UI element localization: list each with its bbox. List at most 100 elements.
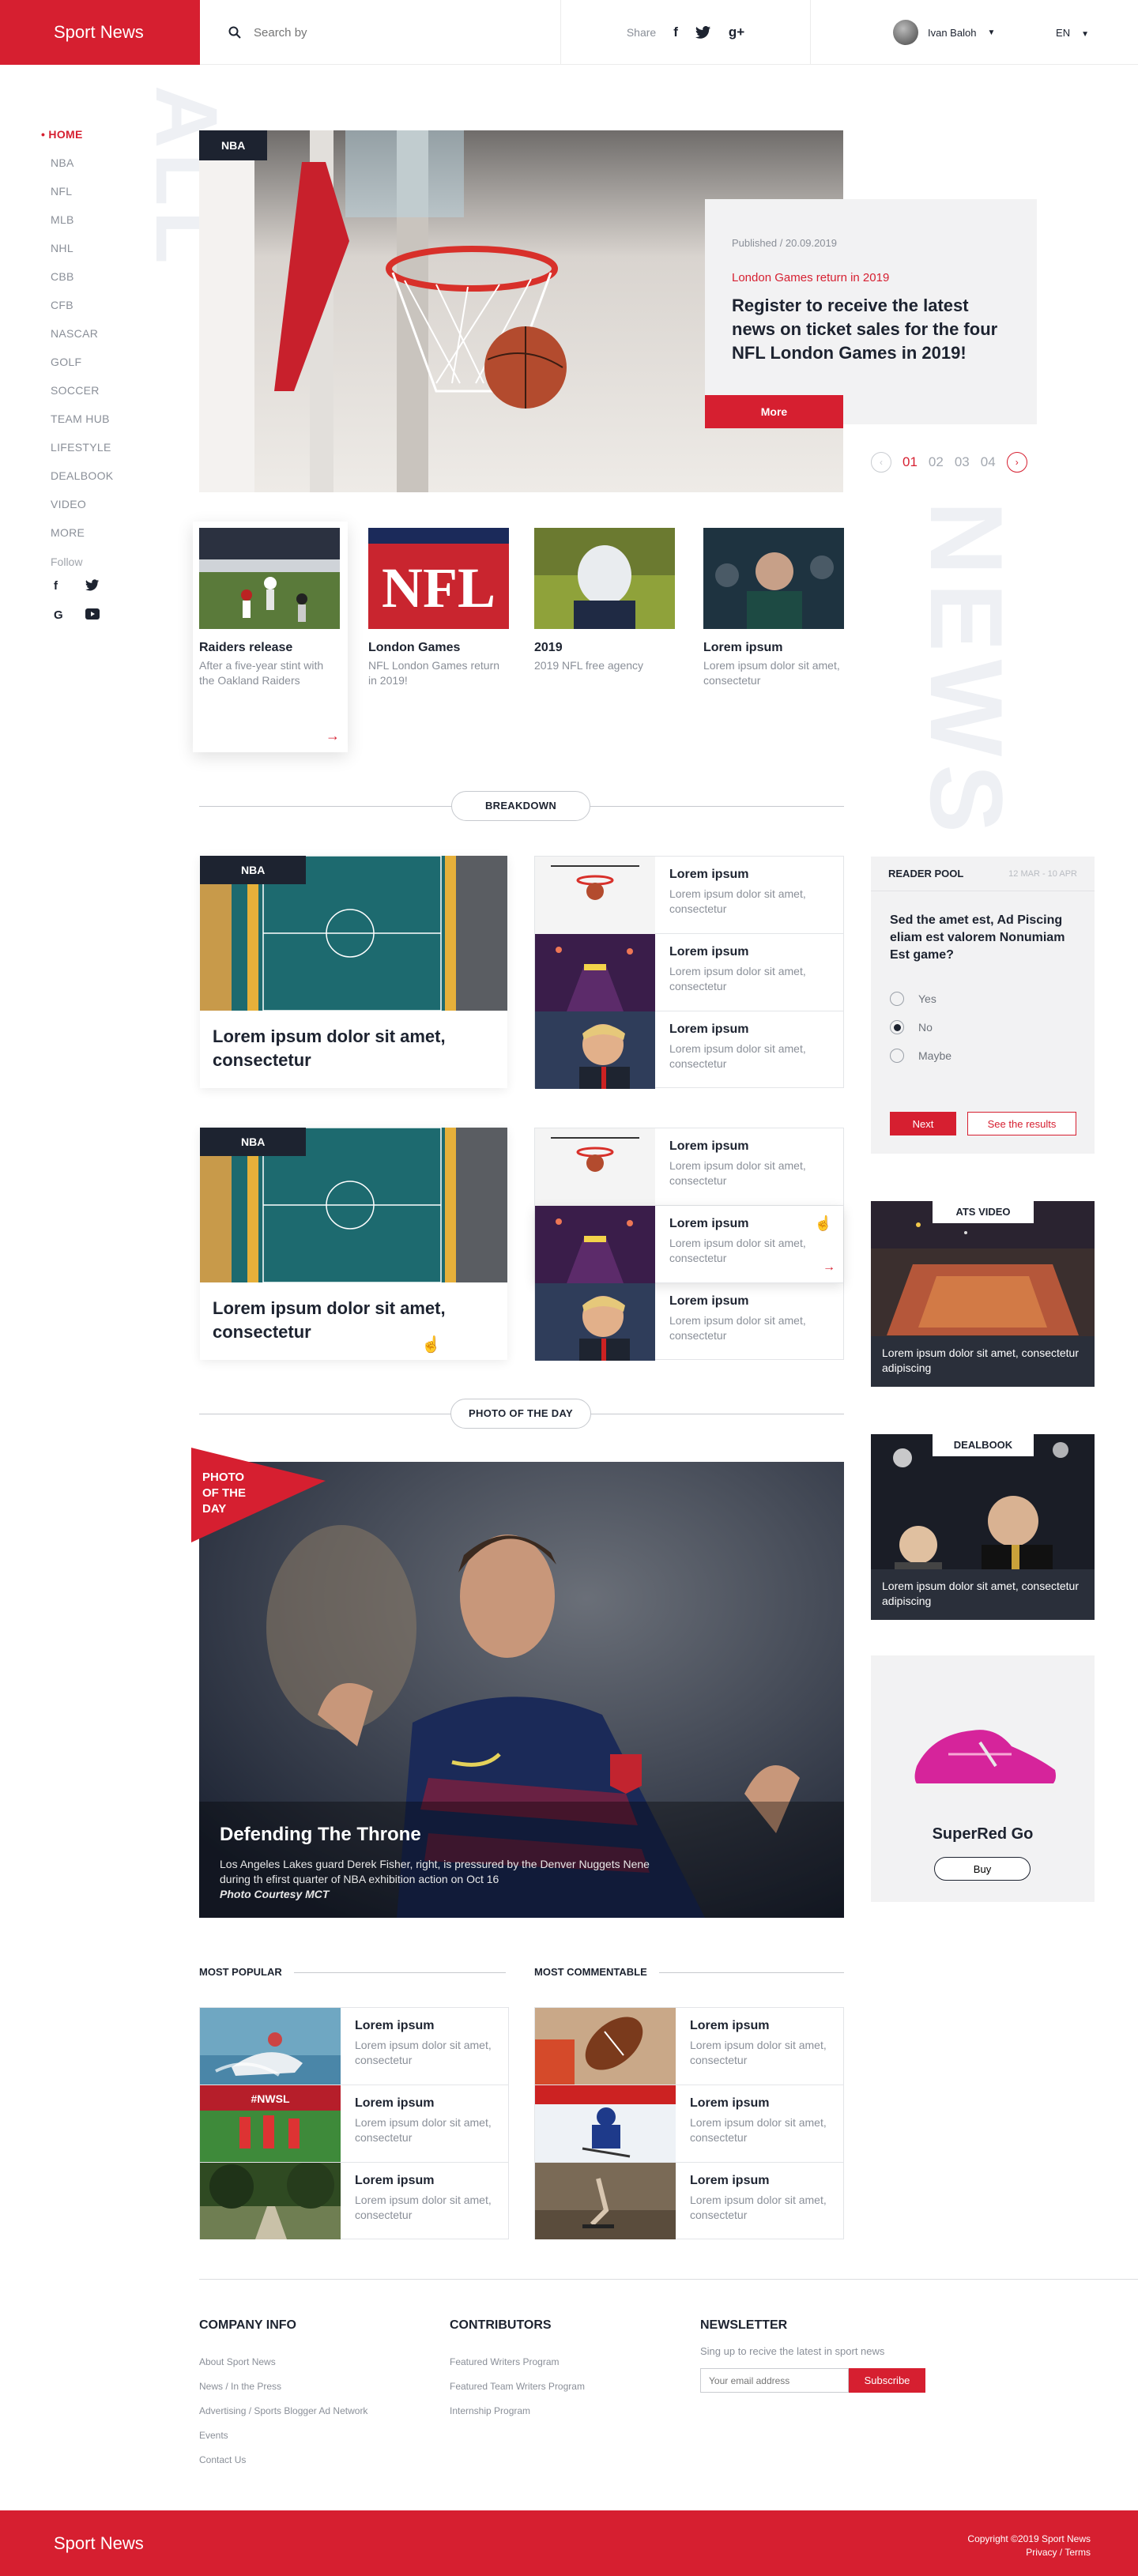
list-item[interactable]: Lorem ipsum Lorem ipsum dolor sit amet, c… [535, 1206, 843, 1283]
hero-headline[interactable]: Register to receive the latest news on t… [732, 294, 1010, 365]
page-1[interactable]: 01 [902, 454, 918, 470]
facebook-icon[interactable]: f [673, 24, 678, 40]
sidebar-item-golf[interactable]: GOLF [41, 350, 160, 378]
story-list: Lorem ipsum Lorem ipsum dolor sit amet, c… [534, 856, 844, 1089]
sidebar-item-lifestyle[interactable]: LIFESTYLE [41, 435, 160, 464]
feature-tile[interactable]: Lorem ipsum dolor sit amet, consectetur … [200, 1128, 507, 1360]
sidebar-item-nhl[interactable]: NHL [41, 236, 160, 265]
flag-line: OF THE [202, 1486, 246, 1500]
ats-video-card[interactable]: ATS VIDEO Lorem ipsum dolor sit amet, co… [871, 1201, 1095, 1387]
user-menu[interactable]: Ivan Baloh ▼ EN ▼ [811, 0, 1138, 65]
legal-links[interactable]: Privacy / Terms [967, 2546, 1091, 2559]
category-tag[interactable]: NBA [200, 1128, 307, 1156]
list-item[interactable]: Lorem ipsum Lorem ipsum dolor sit amet, c… [535, 2085, 843, 2163]
list-item[interactable]: Lorem ipsum Lorem ipsum dolor sit amet, c… [535, 1283, 843, 1361]
thumb-card[interactable]: Lorem ipsum Lorem ipsum dolor sit amet, … [697, 522, 852, 752]
list-item-title: Lorem ipsum [690, 2019, 770, 2032]
footer-link[interactable]: Featured Team Writers Program [450, 2381, 585, 2405]
list-item[interactable]: Lorem ipsum Lorem ipsum dolor sit amet, c… [535, 1128, 843, 1206]
sidebar-item-cfb[interactable]: CFB [41, 293, 160, 322]
arena-image [535, 1206, 655, 1283]
footer-link[interactable]: Featured Writers Program [450, 2356, 585, 2381]
sidebar-item-nascar[interactable]: NASCAR [41, 322, 160, 350]
next-button[interactable]: Next [890, 1112, 956, 1135]
chevron-down-icon[interactable]: ▼ [1081, 30, 1089, 39]
youtube-icon[interactable] [85, 608, 117, 622]
brand-logo[interactable]: Sport News [0, 0, 200, 65]
photo-title[interactable]: Defending The Throne [220, 1824, 421, 1846]
radio-button[interactable] [890, 1020, 904, 1034]
sidebar-item-dealbook[interactable]: DEALBOOK [41, 464, 160, 492]
prev-arrow-icon[interactable]: ‹ [871, 452, 891, 473]
google-icon[interactable]: G [54, 608, 85, 622]
newsletter-description: Sing up to recive the latest in sport ne… [700, 2345, 885, 2357]
radio-button[interactable] [890, 1049, 904, 1063]
footer-link[interactable]: Events [199, 2430, 367, 2454]
footer-link[interactable]: News / In the Press [199, 2381, 367, 2405]
thumb-card[interactable]: NFL London Games NFL London Games return… [362, 522, 517, 752]
sidebar-item-nba[interactable]: NBA [41, 151, 160, 179]
photo-credit: Photo Courtesy MCT [220, 1888, 330, 1900]
footer-brand[interactable]: Sport News [54, 2510, 144, 2576]
thumb-card[interactable]: 2019 2019 NFL free agency [528, 522, 683, 752]
feature-title: Lorem ipsum dolor sit amet, consectetur [213, 1026, 446, 1070]
poll-option-maybe[interactable]: Maybe [871, 1041, 1095, 1070]
dealbook-card[interactable]: DEALBOOK Lorem ipsum dolor sit amet, con… [871, 1434, 1095, 1620]
facebook-icon[interactable]: f [54, 579, 85, 593]
footer-newsletter: NEWSLETTER Sing up to recive the latest … [700, 2318, 925, 2393]
list-item[interactable]: Lorem ipsum Lorem ipsum dolor sit amet, c… [535, 2008, 843, 2085]
search-icon[interactable] [228, 26, 241, 39]
poll-dates: 12 MAR - 10 APR [1008, 868, 1077, 879]
sidebar-item-home[interactable]: • HOME [41, 122, 160, 151]
buy-button[interactable]: Buy [934, 1857, 1031, 1881]
chevron-down-icon[interactable]: ▼ [987, 28, 995, 37]
hero-subtitle[interactable]: London Games return in 2019 [732, 271, 1010, 284]
sidebar-item-mlb[interactable]: MLB [41, 208, 160, 236]
hand-cursor-icon: ☝ [421, 1336, 441, 1354]
search-input[interactable] [254, 25, 491, 40]
sidebar-item-team-hub[interactable]: TEAM HUB [41, 407, 160, 435]
arrow-right-icon[interactable]: → [823, 1260, 835, 1275]
more-button[interactable]: More [705, 395, 843, 428]
language-select[interactable]: EN ▼ [1056, 27, 1089, 39]
list-item[interactable]: Lorem ipsum Lorem ipsum dolor sit amet, c… [535, 934, 843, 1011]
sneaker-ad[interactable]: SuperRed Go Buy [871, 1655, 1095, 1902]
list-item[interactable]: Lorem ipsum Lorem ipsum dolor sit amet, c… [535, 2163, 843, 2240]
poll-option-yes[interactable]: Yes [871, 985, 1095, 1013]
jetski-image [200, 2008, 341, 2085]
arrow-right-icon[interactable]: → [326, 728, 340, 744]
page-2[interactable]: 02 [929, 454, 944, 470]
radio-button[interactable] [890, 992, 904, 1006]
subscribe-button[interactable]: Subscribe [849, 2368, 925, 2393]
page-3[interactable]: 03 [955, 454, 970, 470]
feature-tile[interactable]: Lorem ipsum dolor sit amet, consectetur … [200, 856, 507, 1088]
list-item[interactable]: Lorem ipsum Lorem ipsum dolor sit amet, c… [535, 857, 843, 934]
portrait-image [535, 1011, 655, 1089]
email-field[interactable] [700, 2368, 849, 2393]
list-item[interactable]: Lorem ipsum Lorem ipsum dolor sit amet, c… [535, 1011, 843, 1089]
category-tag[interactable]: NBA [200, 856, 307, 884]
thumb-card[interactable]: Raiders release After a five-year stint … [193, 522, 348, 752]
google-plus-icon[interactable]: g+ [729, 24, 744, 40]
footer-link[interactable]: About Sport News [199, 2356, 367, 2381]
page-4[interactable]: 04 [981, 454, 996, 470]
sidebar-item-more[interactable]: MORE [41, 521, 160, 549]
poll-option-no[interactable]: No [871, 1013, 1095, 1041]
twitter-icon[interactable] [85, 579, 117, 593]
sidebar-item-nfl[interactable]: NFL [41, 179, 160, 208]
share-bar: Share f g+ [561, 0, 811, 65]
sidebar-item-soccer[interactable]: SOCCER [41, 378, 160, 407]
see-results-button[interactable]: See the results [967, 1112, 1076, 1135]
sidebar-item-cbb[interactable]: CBB [41, 265, 160, 293]
footer-link[interactable]: Internship Program [450, 2405, 585, 2430]
twitter-icon[interactable] [695, 26, 711, 39]
list-item[interactable]: Lorem ipsum Lorem ipsum dolor sit amet, c… [200, 2008, 508, 2085]
category-tag[interactable]: NBA [199, 130, 268, 160]
footer-link[interactable]: Advertising / Sports Blogger Ad Network [199, 2405, 367, 2430]
list-item[interactable]: Lorem ipsum Lorem ipsum dolor sit amet, c… [200, 2163, 508, 2240]
avatar[interactable] [893, 20, 918, 45]
next-arrow-icon[interactable]: › [1006, 452, 1027, 473]
footer-link[interactable]: Contact Us [199, 2454, 367, 2479]
list-item[interactable]: #NWSL Lorem ipsum Lorem ipsum dolor sit a… [200, 2085, 508, 2163]
sidebar-item-video[interactable]: VIDEO [41, 492, 160, 521]
